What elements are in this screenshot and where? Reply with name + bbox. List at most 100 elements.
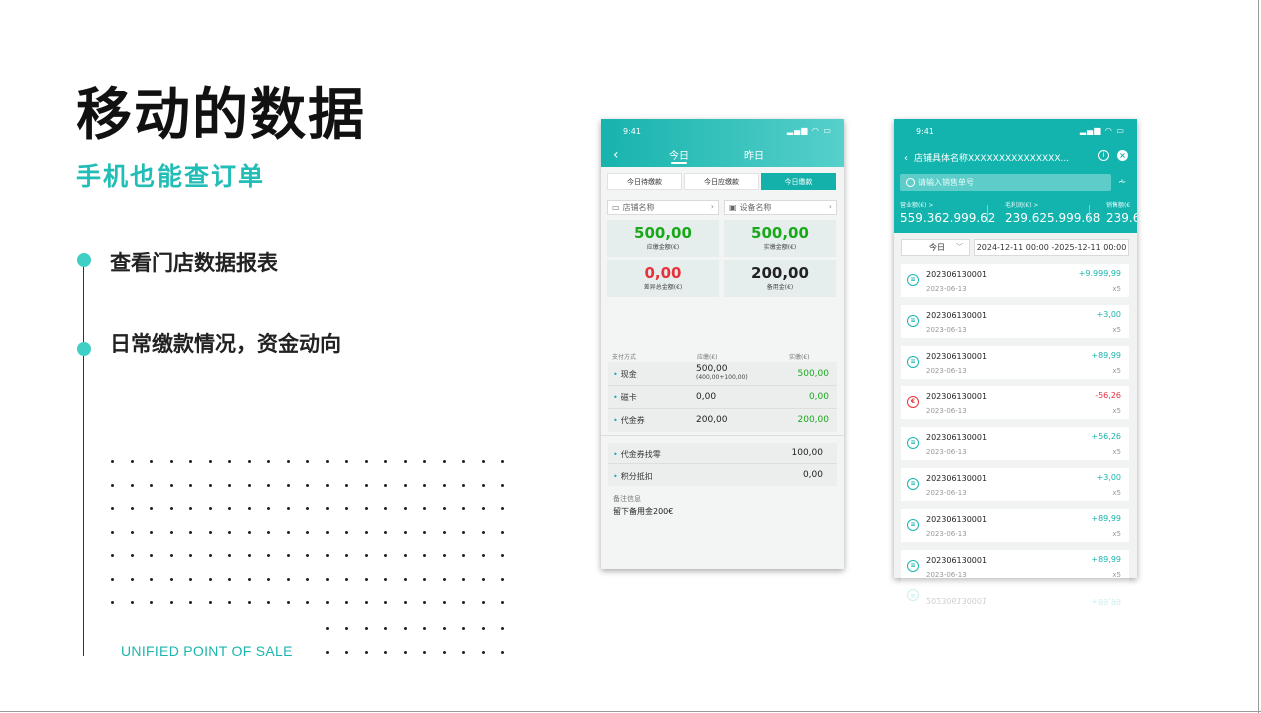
pattern-dot (286, 460, 290, 463)
pattern-dot (286, 554, 290, 557)
pattern-dot (286, 507, 290, 510)
pattern-dot (403, 627, 407, 630)
order-row[interactable]: ≡ 202306130001 2023-06-13 +89,99 x5 (901, 345, 1129, 379)
stat-due: 500,00 应缴金额(€) (607, 220, 719, 257)
pattern-dot (111, 554, 114, 557)
chevron-down-icon: ﹀ (956, 243, 963, 251)
pattern-dot (384, 460, 387, 463)
metric-sales[interactable]: 销售额(€ 239.6 (1106, 200, 1137, 225)
pattern-dot (247, 554, 251, 557)
back-icon[interactable]: ‹ (613, 147, 619, 163)
pattern-dot (501, 650, 504, 654)
store-filter-label: 店铺名称 (622, 203, 655, 212)
pattern-dot (189, 601, 192, 604)
store-filter[interactable]: ▭ 店铺名称 › (607, 200, 719, 215)
order-row[interactable]: €202306130001 2023-06-13 -56,26 x5 (901, 386, 1129, 420)
pattern-dot (267, 460, 270, 463)
back-icon[interactable]: ‹ (904, 153, 908, 164)
pattern-dot (423, 554, 426, 557)
order-amount: +89,99 (1091, 350, 1121, 360)
chevron-right-icon: › (710, 202, 714, 211)
order-amount: +89,99 (1091, 554, 1121, 564)
pattern-dot (345, 483, 348, 487)
pattern-dot (286, 483, 290, 487)
subhead: 手机也能查订单 (76, 162, 266, 191)
pattern-dot (403, 601, 407, 604)
pattern-dot (442, 460, 446, 463)
pattern-dot (228, 530, 231, 534)
segment-pending[interactable]: 今日待缴款 (607, 173, 682, 190)
order-row[interactable]: ≡ 202306130001 2023-06-13 +3,00 x5 (901, 468, 1129, 501)
tab-yesterday[interactable]: 昨日 (744, 147, 764, 162)
pattern-dot (462, 507, 465, 510)
stat-reserve: 200,00 备用金(€) (724, 260, 836, 297)
device-filter[interactable]: ▣ 设备名称 › (724, 200, 837, 215)
pattern-dot (501, 460, 504, 463)
pattern-dot (306, 577, 309, 581)
status-time: 9:41 (916, 127, 934, 136)
pattern-dot (111, 483, 114, 487)
order-qty: x5 (1112, 366, 1121, 375)
order-number: 202306130001 (926, 474, 988, 483)
order-row[interactable]: ≡ 202306130001 2023-06-13 +89,99 x5 (901, 508, 1129, 542)
pay-header-due: 应缴(€) (697, 354, 718, 361)
pattern-dot (462, 483, 465, 487)
pattern-dot (462, 460, 465, 463)
order-row[interactable]: ≡ 202306130001 2023-06-13 +56,26 x5 (901, 427, 1129, 461)
slide: 移动的数据 手机也能查订单 查看门店数据报表 日常缴款情况，资金动向 UNIFI… (0, 0, 1261, 713)
order-qty: x5 (1112, 285, 1121, 293)
table-row: • 代金券找零 100,00 (608, 443, 837, 464)
pattern-dot (208, 460, 212, 463)
search-input[interactable]: 请输入销售单号 (900, 174, 1111, 191)
metric-profit[interactable]: 毛利润(€) > 239.625.999.68 (1005, 200, 1100, 225)
segment-due[interactable]: 今日应缴款 (684, 173, 759, 190)
info-icon[interactable]: i (1098, 150, 1109, 161)
stat-value: 200,00 (751, 264, 809, 282)
tab-today[interactable]: 今日 (669, 147, 689, 162)
date-range-picker[interactable]: 2024-12-11 00:00 -2025-12-11 00:00 (974, 239, 1129, 256)
pattern-dot (442, 554, 446, 557)
pattern-dot (481, 460, 485, 463)
close-icon[interactable]: × (1117, 150, 1128, 161)
footer-brand: UNIFIED POINT OF SALE (121, 643, 293, 659)
device-icon: ▣ (729, 203, 737, 212)
order-number: 202306130001 (926, 270, 988, 279)
pattern-dot (228, 460, 231, 463)
pattern-dot (325, 577, 329, 581)
receipt-icon: ≡ (907, 274, 919, 286)
pattern-dot (481, 627, 485, 630)
segment-paid[interactable]: 今日缴款 (761, 173, 836, 190)
order-row[interactable]: ≡ 202306130001 2023-06-13 +3,00 x5 (901, 304, 1129, 338)
pattern-dot (267, 483, 270, 487)
slide-edge-right (1258, 0, 1259, 713)
extra-value: 0,00 (802, 470, 823, 480)
pattern-dot (364, 601, 368, 604)
metric-divider (1089, 205, 1090, 223)
bullet-text: 查看门店数据报表 (110, 251, 278, 275)
note-label: 备注信息 (613, 495, 641, 503)
pattern-dot (189, 483, 192, 487)
pattern-dot (111, 530, 114, 534)
pattern-dot (267, 554, 270, 557)
filter-icon[interactable]: ⩪ (1118, 177, 1126, 188)
order-date: 2023-06-13 (926, 448, 967, 457)
pattern-dot (481, 507, 485, 510)
pattern-dot (442, 483, 446, 487)
order-amount: -56,26 (1095, 391, 1121, 401)
pattern-dot (364, 483, 368, 487)
order-row[interactable]: ≡ 202306130001 2023-06-13 +9.999,99 x5 (901, 264, 1129, 297)
pattern-dot (384, 601, 387, 604)
pattern-dot (423, 650, 426, 654)
metric-revenue[interactable]: 营业额(€) > 559.362.999.62 (900, 200, 995, 225)
day-select[interactable]: 今日 ﹀ (901, 239, 970, 256)
pattern-dot (208, 483, 212, 487)
receipt-icon: ≡ (907, 589, 919, 601)
receipt-icon: ≡ (907, 437, 919, 450)
pattern-dot (462, 530, 465, 534)
order-row[interactable]: ≡ 202306130001 2023-06-13 +89,99 x5 (901, 549, 1129, 578)
order-date: 2023-06-13 (926, 325, 967, 334)
pay-paid: 200,00 (797, 415, 830, 425)
pattern-dot (150, 554, 153, 557)
pattern-dot (169, 483, 173, 487)
order-qty: x5 (1112, 570, 1121, 578)
